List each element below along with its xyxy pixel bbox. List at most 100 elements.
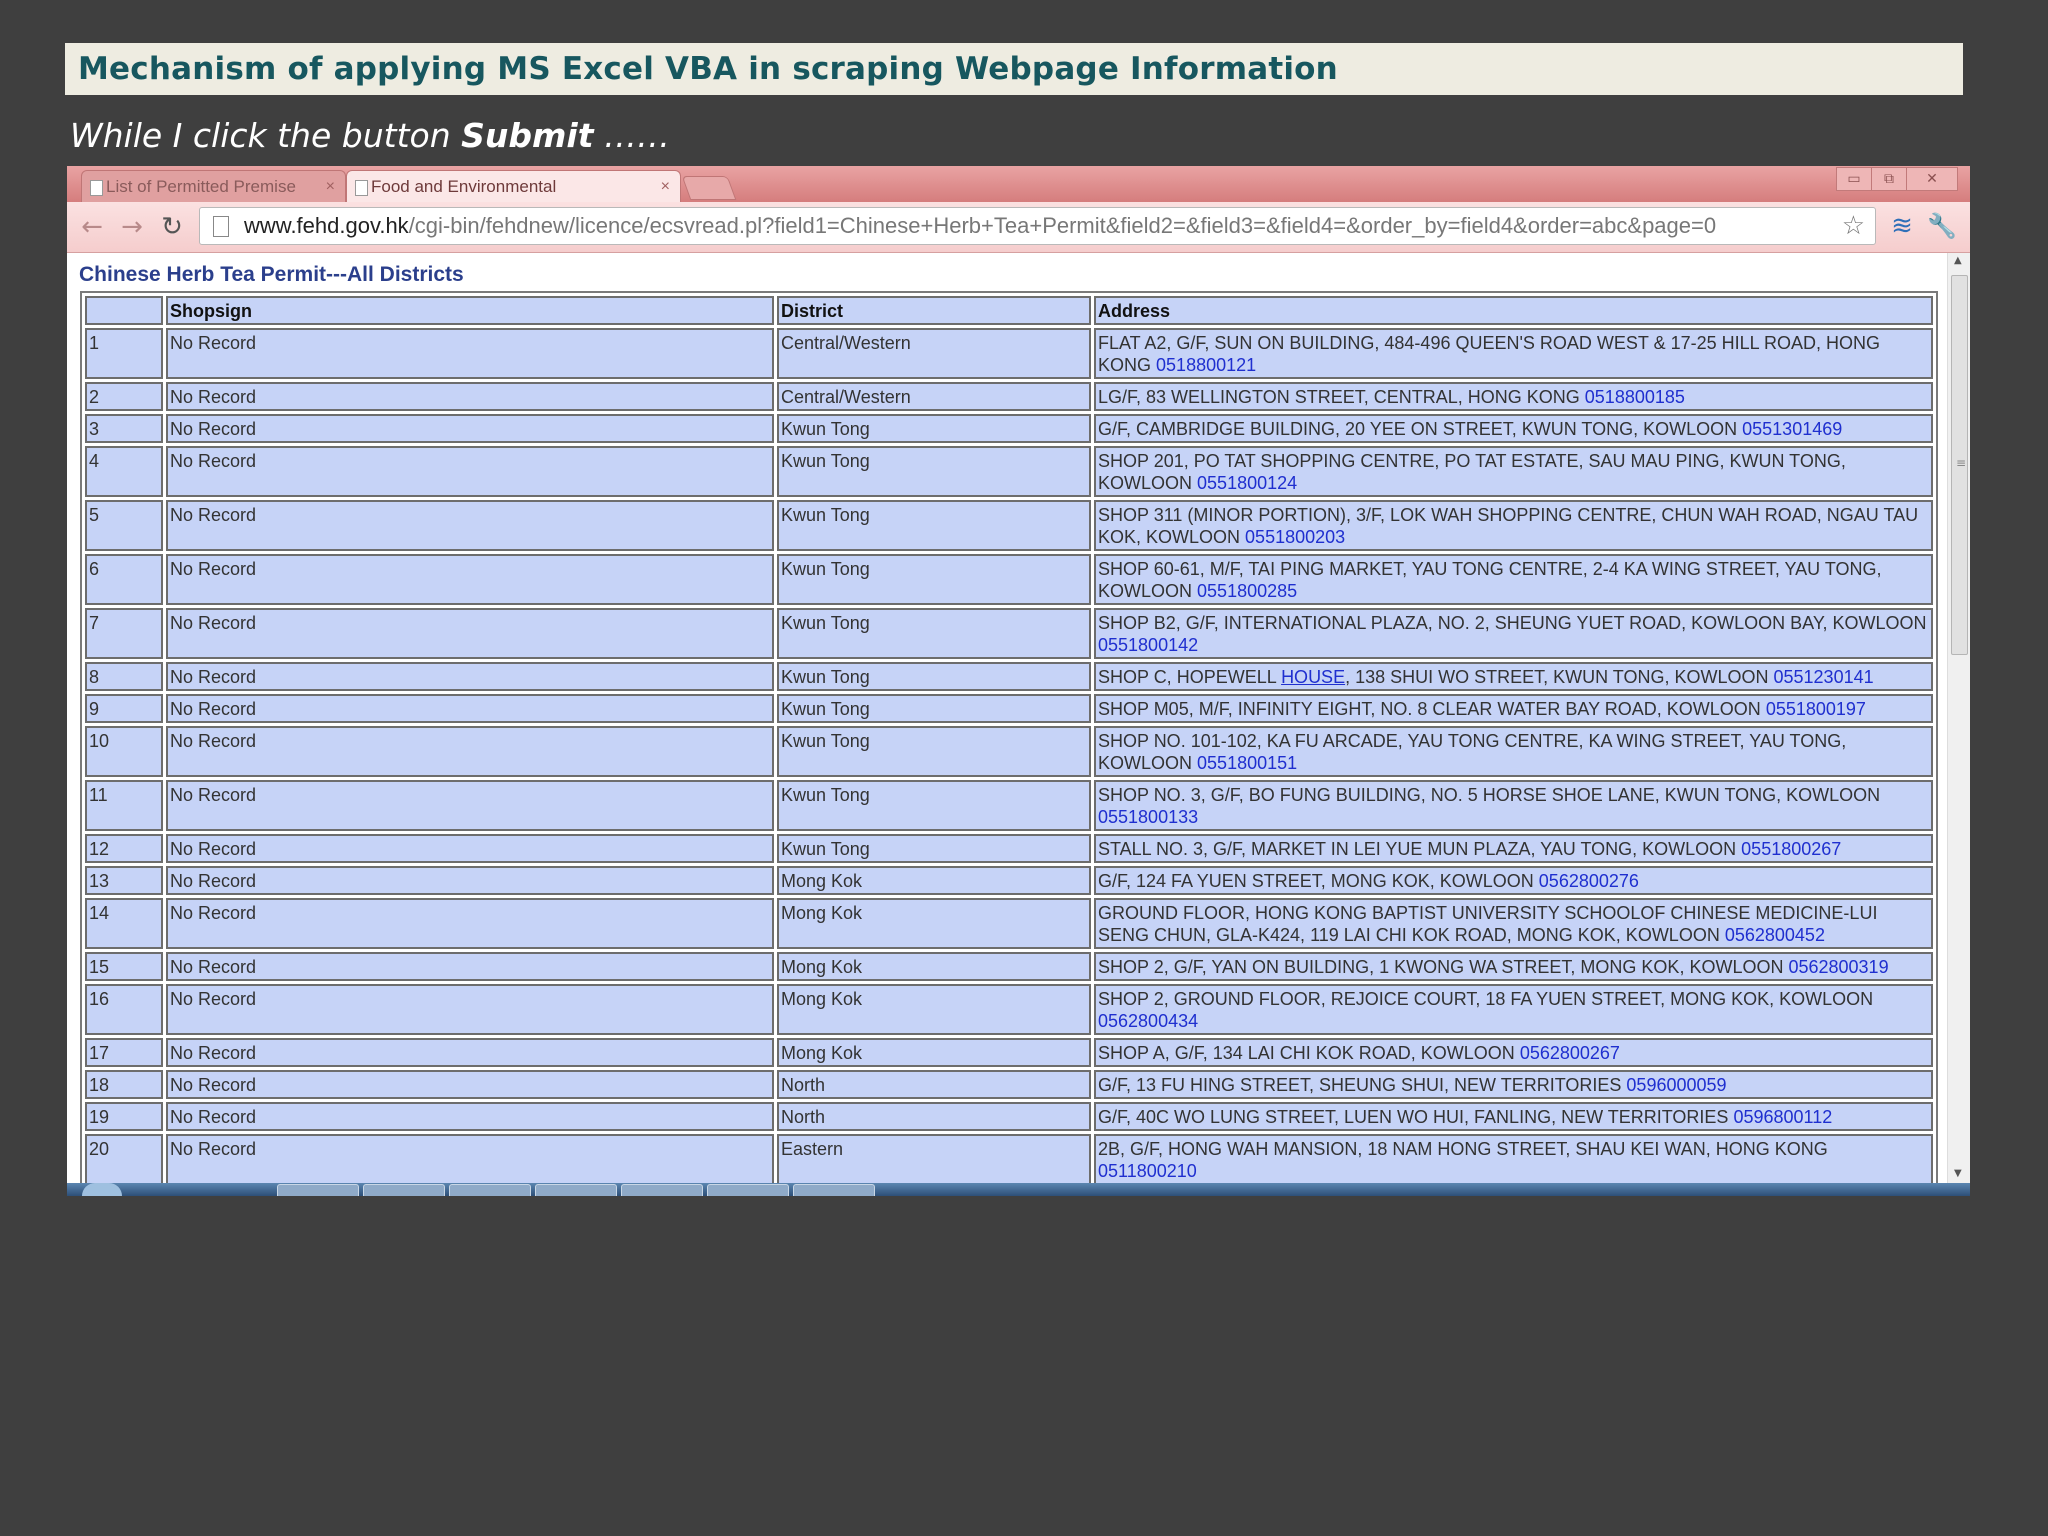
table-row: 18 No Record North G/F, 13 FU HING STREET, … bbox=[85, 1070, 1933, 1099]
licence-code-link[interactable]: 0551301469 bbox=[1742, 419, 1842, 439]
row-number: 11 bbox=[85, 780, 163, 831]
menu-icon[interactable]: ≋ bbox=[1887, 211, 1917, 241]
shopsign-link[interactable]: No Record bbox=[166, 866, 774, 895]
close-window-button[interactable]: ✕ bbox=[1906, 167, 1958, 191]
address-cell: G/F, 13 FU HING STREET, SHEUNG SHUI, NEW… bbox=[1094, 1070, 1933, 1099]
tab-list-of-permitted-premise[interactable]: List of Permitted Premise × bbox=[81, 170, 346, 202]
shopsign-link[interactable]: No Record bbox=[166, 554, 774, 605]
district-cell: Mong Kok bbox=[777, 952, 1091, 981]
shopsign-link[interactable]: No Record bbox=[166, 1070, 774, 1099]
column-header-no bbox=[85, 296, 163, 325]
minimize-button[interactable]: ▭ bbox=[1836, 167, 1872, 191]
licence-code-link[interactable]: 0518800121 bbox=[1156, 355, 1256, 375]
row-number: 1 bbox=[85, 328, 163, 379]
licence-code-link[interactable]: 0551800267 bbox=[1741, 839, 1841, 859]
new-tab-button[interactable] bbox=[681, 176, 737, 200]
taskbar-item[interactable] bbox=[793, 1184, 875, 1196]
district-cell: Kwun Tong bbox=[777, 446, 1091, 497]
restore-button[interactable]: ⧉ bbox=[1871, 167, 1907, 191]
shopsign-link[interactable]: No Record bbox=[166, 1134, 774, 1183]
licence-code-link[interactable]: 0562800452 bbox=[1725, 925, 1825, 945]
scrollbar-thumb[interactable]: ≡ bbox=[1951, 275, 1968, 655]
address-text: LG/F, 83 WELLINGTON STREET, CENTRAL, HON… bbox=[1098, 387, 1580, 407]
district-cell: Kwun Tong bbox=[777, 608, 1091, 659]
row-number: 8 bbox=[85, 662, 163, 691]
page-icon bbox=[355, 180, 368, 196]
table-row: 13 No Record Mong Kok G/F, 124 FA YUEN STRE… bbox=[85, 866, 1933, 895]
shopsign-link[interactable]: No Record bbox=[166, 780, 774, 831]
taskbar-item[interactable] bbox=[449, 1184, 531, 1196]
forward-arrow-icon[interactable]: → bbox=[117, 212, 147, 242]
address-text: SHOP C, HOPEWELL bbox=[1098, 667, 1282, 687]
shopsign-link[interactable]: No Record bbox=[166, 382, 774, 411]
address-text: , 138 SHUI WO STREET, KWUN TONG, KOWLOON bbox=[1345, 667, 1769, 687]
licence-code-link[interactable]: 0511800210 bbox=[1098, 1161, 1197, 1181]
reload-icon[interactable]: ↻ bbox=[157, 212, 187, 242]
shopsign-link[interactable]: No Record bbox=[166, 1038, 774, 1067]
licence-code-link[interactable]: 0596000059 bbox=[1626, 1075, 1726, 1095]
shopsign-link[interactable]: No Record bbox=[166, 834, 774, 863]
table-row: 2 No Record Central/Western LG/F, 83 WELLIN… bbox=[85, 382, 1933, 411]
address-text: SHOP M05, M/F, INFINITY EIGHT, NO. 8 CLE… bbox=[1098, 699, 1761, 719]
back-arrow-icon[interactable]: ← bbox=[77, 212, 107, 242]
taskbar-item[interactable] bbox=[277, 1184, 359, 1196]
shopsign-link[interactable]: No Record bbox=[166, 984, 774, 1035]
licence-code-link[interactable]: 0551800124 bbox=[1197, 473, 1297, 493]
licence-code-link[interactable]: 0551800133 bbox=[1098, 807, 1198, 827]
taskbar-item[interactable] bbox=[535, 1184, 617, 1196]
vertical-scrollbar[interactable]: ▲ ≡ ▼ bbox=[1947, 253, 1970, 1183]
shopsign-link[interactable]: No Record bbox=[166, 726, 774, 777]
licence-code-link[interactable]: 0562800267 bbox=[1520, 1043, 1620, 1063]
start-button[interactable] bbox=[82, 1183, 122, 1196]
licence-code-link[interactable]: 0562800434 bbox=[1098, 1011, 1198, 1031]
taskbar-item[interactable] bbox=[621, 1184, 703, 1196]
licence-code-link[interactable]: 0551800203 bbox=[1245, 527, 1345, 547]
district-cell: Kwun Tong bbox=[777, 554, 1091, 605]
licence-code-link[interactable]: 0551800151 bbox=[1197, 753, 1297, 773]
address-link[interactable]: HOUSE bbox=[1281, 667, 1345, 687]
address-cell: SHOP 311 (MINOR PORTION), 3/F, LOK WAH S… bbox=[1094, 500, 1933, 551]
subtitle-suffix: …… bbox=[593, 116, 670, 155]
star-icon[interactable]: ☆ bbox=[1842, 210, 1865, 241]
row-number: 14 bbox=[85, 898, 163, 949]
licence-code-link[interactable]: 0551800142 bbox=[1098, 635, 1198, 655]
shopsign-link[interactable]: No Record bbox=[166, 898, 774, 949]
address-cell: G/F, 40C WO LUNG STREET, LUEN WO HUI, FA… bbox=[1094, 1102, 1933, 1131]
shopsign-link[interactable]: No Record bbox=[166, 694, 774, 723]
tab-food-and-environmental[interactable]: Food and Environmental × bbox=[346, 170, 681, 202]
licence-code-link[interactable]: 0518800185 bbox=[1585, 387, 1685, 407]
taskbar-item[interactable] bbox=[707, 1184, 789, 1196]
address-cell: SHOP 2, G/F, YAN ON BUILDING, 1 KWONG WA… bbox=[1094, 952, 1933, 981]
taskbar-item[interactable] bbox=[363, 1184, 445, 1196]
close-tab-icon[interactable]: × bbox=[316, 178, 335, 196]
shopsign-link[interactable]: No Record bbox=[166, 662, 774, 691]
table-row: 4 No Record Kwun Tong SHOP 201, PO TAT SHOP… bbox=[85, 446, 1933, 497]
licence-code-link[interactable]: 0562800319 bbox=[1788, 957, 1888, 977]
scroll-down-icon[interactable]: ▼ bbox=[1954, 1168, 1962, 1179]
scroll-up-icon[interactable]: ▲ bbox=[1954, 255, 1962, 266]
address-cell: SHOP 2, GROUND FLOOR, REJOICE COURT, 18 … bbox=[1094, 984, 1933, 1035]
address-bar[interactable]: www.fehd.gov.hk/cgi-bin/fehdnew/licence/… bbox=[199, 207, 1876, 245]
wrench-icon[interactable]: 🔧 bbox=[1927, 211, 1957, 241]
shopsign-link[interactable]: No Record bbox=[166, 608, 774, 659]
shopsign-link[interactable]: No Record bbox=[166, 328, 774, 379]
licence-code-link[interactable]: 0551800285 bbox=[1197, 581, 1297, 601]
shopsign-link[interactable]: No Record bbox=[166, 500, 774, 551]
close-tab-icon[interactable]: × bbox=[651, 178, 670, 196]
page-icon bbox=[90, 180, 103, 196]
table-row: 12 No Record Kwun Tong STALL NO. 3, G/F, MA… bbox=[85, 834, 1933, 863]
shopsign-link[interactable]: No Record bbox=[166, 414, 774, 443]
shopsign-link[interactable]: No Record bbox=[166, 952, 774, 981]
district-cell: Mong Kok bbox=[777, 866, 1091, 895]
row-number: 7 bbox=[85, 608, 163, 659]
address-cell: 2B, G/F, HONG WAH MANSION, 18 NAM HONG S… bbox=[1094, 1134, 1933, 1183]
licence-code-link[interactable]: 0562800276 bbox=[1539, 871, 1639, 891]
row-number: 12 bbox=[85, 834, 163, 863]
licence-code-link[interactable]: 0596800112 bbox=[1733, 1107, 1832, 1127]
licence-code-link[interactable]: 0551230141 bbox=[1774, 667, 1874, 687]
shopsign-link[interactable]: No Record bbox=[166, 446, 774, 497]
shopsign-link[interactable]: No Record bbox=[166, 1102, 774, 1131]
licence-code-link[interactable]: 0551800197 bbox=[1766, 699, 1866, 719]
table-row: 5 No Record Kwun Tong SHOP 311 (MINOR PORTI… bbox=[85, 500, 1933, 551]
row-number: 5 bbox=[85, 500, 163, 551]
